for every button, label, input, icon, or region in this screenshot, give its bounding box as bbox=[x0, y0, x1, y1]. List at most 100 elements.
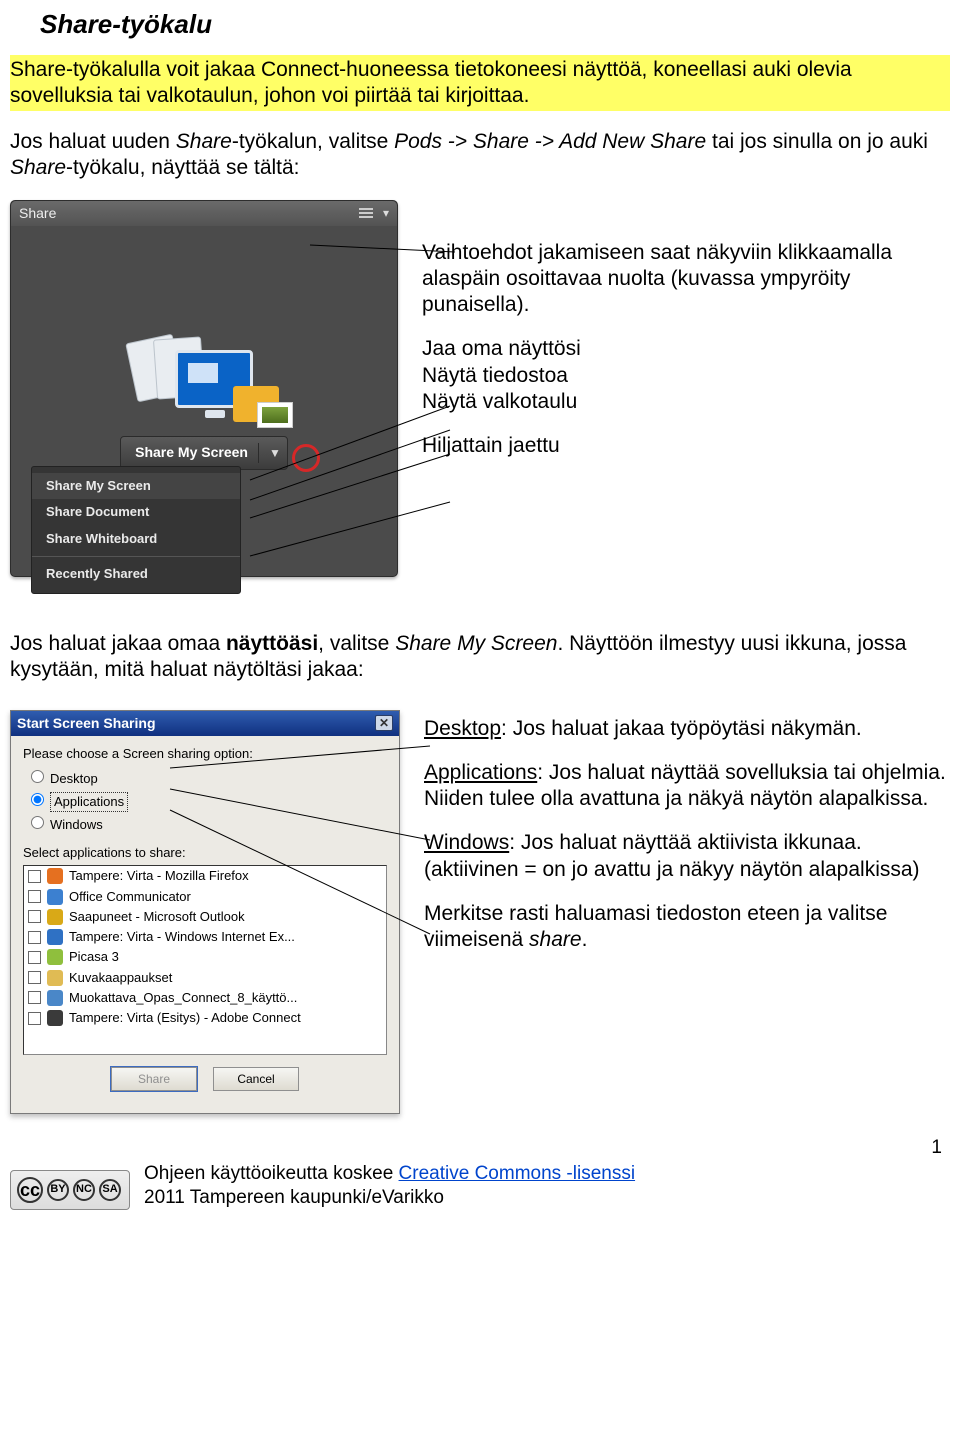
t: Pods -> Share -> Add New Share bbox=[394, 130, 706, 153]
intro-paragraph: Jos haluat uuden Share-työkalun, valitse… bbox=[10, 129, 950, 182]
checkbox[interactable] bbox=[28, 971, 41, 984]
t: , valitse bbox=[318, 632, 395, 655]
t: Merkitse rasti haluamasi tiedoston eteen… bbox=[424, 902, 887, 951]
mi-label: Share My Screen bbox=[46, 478, 151, 493]
list-item[interactable]: Office Communicator bbox=[24, 887, 386, 907]
page-title: Share-työkalu bbox=[40, 8, 950, 41]
mi-label: Share Whiteboard bbox=[46, 531, 157, 546]
t: . bbox=[582, 928, 588, 951]
app-label: Tampere: Virta - Windows Internet Ex... bbox=[69, 929, 295, 945]
app-icon bbox=[47, 929, 63, 945]
app-label: Kuvakaappaukset bbox=[69, 970, 172, 986]
dialog-titlebar: Start Screen Sharing ✕ bbox=[11, 711, 399, 737]
intro-highlight: Share-työkalulla voit jakaa Connect-huon… bbox=[10, 55, 950, 112]
chevron-down-icon[interactable]: ▼ bbox=[269, 446, 281, 461]
footer-text: Ohjeen käyttöoikeutta koskee bbox=[144, 1163, 399, 1184]
t: Applications bbox=[424, 761, 537, 784]
footer-copyright: 2011 Tampereen kaupunki/eVarikko bbox=[144, 1187, 444, 1208]
explain-windows: Windows: Jos haluat näyttää aktiivista i… bbox=[424, 830, 950, 883]
cancel-button[interactable]: Cancel bbox=[213, 1067, 299, 1091]
share-my-screen-button[interactable]: Share My Screen ▼ bbox=[120, 436, 288, 470]
app-icon bbox=[47, 1010, 63, 1026]
radio-applications[interactable]: Applications bbox=[23, 790, 387, 814]
app-icon bbox=[47, 868, 63, 884]
app-icon bbox=[47, 949, 63, 965]
explain-desktop: Desktop: Jos haluat jakaa työpöytäsi näk… bbox=[424, 716, 950, 742]
close-icon[interactable]: ✕ bbox=[375, 715, 393, 731]
explain-final: Merkitse rasti haluamasi tiedoston eteen… bbox=[424, 901, 950, 954]
share-button[interactable]: Share bbox=[111, 1067, 197, 1091]
list-item[interactable]: Tampere: Virta - Windows Internet Ex... bbox=[24, 927, 386, 947]
callout-recent: Hiljattain jaettu bbox=[422, 433, 950, 459]
explain-applications: Applications: Jos haluat näyttää sovellu… bbox=[424, 760, 950, 813]
page-number: 1 bbox=[931, 1136, 942, 1160]
callout-whiteboard: Näytä valkotaulu bbox=[422, 389, 950, 415]
share-pod-title: Share bbox=[19, 205, 56, 223]
cc-license-badge: cc BY NC SA bbox=[10, 1170, 130, 1210]
menu-item-share-whiteboard[interactable]: Share Whiteboard bbox=[32, 526, 240, 552]
app-icon bbox=[47, 970, 63, 986]
start-screen-sharing-dialog: Start Screen Sharing ✕ Please choose a S… bbox=[10, 710, 400, 1115]
menu-item-share-screen[interactable]: Share My Screen bbox=[32, 473, 240, 499]
list-item[interactable]: Tampere: Virta - Mozilla Firefox bbox=[24, 866, 386, 886]
cc-license-link[interactable]: Creative Commons -lisenssi bbox=[399, 1163, 636, 1184]
list-item[interactable]: Tampere: Virta (Esitys) - Adobe Connect bbox=[24, 1008, 386, 1028]
list-item[interactable]: Saapuneet - Microsoft Outlook bbox=[24, 907, 386, 927]
checkbox[interactable] bbox=[28, 910, 41, 923]
share-pod-screenshot: Share ▾ Share My Screen bbox=[10, 200, 398, 578]
checkbox[interactable] bbox=[28, 951, 41, 964]
list-item[interactable]: Picasa 3 bbox=[24, 947, 386, 967]
menu-item-share-document[interactable]: Share Document bbox=[32, 499, 240, 525]
radio-desktop[interactable]: Desktop bbox=[23, 768, 387, 789]
app-label: Office Communicator bbox=[69, 889, 191, 905]
checkbox[interactable] bbox=[28, 890, 41, 903]
dialog-title: Start Screen Sharing bbox=[17, 715, 156, 733]
callout-document: Näytä tiedostoa bbox=[422, 363, 950, 389]
radio-windows[interactable]: Windows bbox=[23, 814, 387, 835]
t: share bbox=[529, 928, 582, 951]
app-icon bbox=[47, 909, 63, 925]
t: Share bbox=[176, 130, 232, 153]
annotation-circle bbox=[292, 444, 320, 472]
radio-label: Applications bbox=[50, 792, 128, 812]
dialog-sublabel: Select applications to share: bbox=[23, 845, 387, 861]
app-icon bbox=[47, 889, 63, 905]
app-label: Tampere: Virta (Esitys) - Adobe Connect bbox=[69, 1010, 301, 1026]
list-item[interactable]: Kuvakaappaukset bbox=[24, 968, 386, 988]
share-button-label: Share My Screen bbox=[135, 444, 248, 462]
t: Desktop bbox=[424, 717, 501, 740]
callout-screen: Jaa oma näyttösi bbox=[422, 336, 950, 362]
app-label: Picasa 3 bbox=[69, 949, 119, 965]
footer: cc BY NC SA Ohjeen käyttöoikeutta koskee… bbox=[10, 1162, 950, 1210]
t: Jos haluat uuden bbox=[10, 130, 176, 153]
checkbox[interactable] bbox=[28, 1012, 41, 1025]
t: -työkalu, näyttää se tältä: bbox=[66, 156, 299, 179]
application-list[interactable]: Tampere: Virta - Mozilla Firefox Office C… bbox=[23, 865, 387, 1055]
share-dropdown-menu: Share My Screen Share Document Share Whi… bbox=[31, 466, 241, 594]
mi-label: Recently Shared bbox=[46, 566, 148, 581]
list-item[interactable]: Muokattava_Opas_Connect_8_käyttö... bbox=[24, 988, 386, 1008]
app-icon bbox=[47, 990, 63, 1006]
t: -työkalun, valitse bbox=[232, 130, 394, 153]
checkbox[interactable] bbox=[28, 870, 41, 883]
share-pod-titlebar: Share ▾ bbox=[11, 201, 397, 227]
chevron-down-icon[interactable]: ▾ bbox=[383, 206, 389, 221]
radio-label: Windows bbox=[50, 817, 103, 832]
dialog-prompt: Please choose a Screen sharing option: bbox=[23, 746, 387, 762]
share-illustration bbox=[129, 332, 279, 422]
radio-label: Desktop bbox=[50, 771, 98, 786]
paragraph-share-screen: Jos haluat jakaa omaa näyttöäsi, valitse… bbox=[10, 631, 950, 684]
checkbox[interactable] bbox=[28, 991, 41, 1004]
pod-menu-icon[interactable] bbox=[359, 208, 373, 218]
checkbox[interactable] bbox=[28, 931, 41, 944]
t: tai jos sinulla on jo auki bbox=[706, 130, 928, 153]
app-label: Saapuneet - Microsoft Outlook bbox=[69, 909, 245, 925]
t: näyttöäsi bbox=[226, 632, 318, 655]
app-label: Muokattava_Opas_Connect_8_käyttö... bbox=[69, 990, 297, 1006]
t: Share My Screen bbox=[395, 632, 557, 655]
menu-item-recently-shared[interactable]: Recently Shared bbox=[32, 561, 240, 587]
t: Jos haluat jakaa omaa bbox=[10, 632, 226, 655]
t: Share bbox=[10, 156, 66, 179]
callout-dropdown: Vaihtoehdot jakamiseen saat näkyviin kli… bbox=[422, 240, 950, 319]
app-label: Tampere: Virta - Mozilla Firefox bbox=[69, 868, 249, 884]
